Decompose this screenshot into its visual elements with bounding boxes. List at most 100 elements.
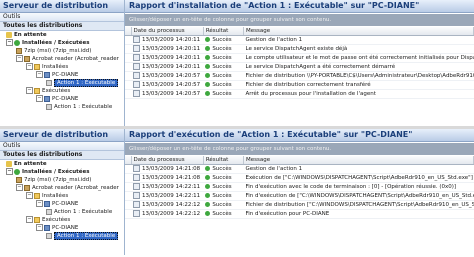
distribution-server-pane: Serveur de distribution Outils Toutes le… [0,0,125,126]
collapse-toggle-icon[interactable]: − [36,71,43,78]
success-check-icon [205,91,211,96]
collapse-toggle-icon[interactable]: − [26,216,33,223]
table-row[interactable]: 13/03/2009 14:20:57 Succès Fichier de dist… [125,80,474,90]
result-cell: Succès [203,53,244,63]
result-cell: Succès [203,62,244,72]
message-cell: Arrêt du processus pour l'installation d… [243,89,474,99]
tree-node[interactable]: − PC-DIANE [0,200,124,208]
table-row[interactable]: 13/03/2009 14:22:11 Succès Fin d'exécution… [125,191,474,201]
tree-node[interactable]: En attente [0,160,124,168]
tree-node[interactable]: − Exécutées [0,216,124,224]
table-row[interactable]: 13/03/2009 14:20:11 Succès Le compte utili… [125,53,474,63]
tree-node[interactable]: 7zip (msi) (7zip_msi.idd) [0,176,124,184]
column-header-date[interactable]: Date du processus [131,156,204,165]
tree-root[interactable]: Toutes les distributions [0,151,124,160]
result-value: Succès [212,91,232,97]
date-cell: 13/03/2009 14:22:12 [131,200,204,210]
result-value: Succès [212,166,232,172]
column-header-message[interactable]: Message [243,27,474,36]
column-header-result[interactable]: Résultat [203,27,244,36]
tree-node[interactable]: En attente [0,31,124,39]
tree-node[interactable]: Action 1 : Exécutable [0,232,124,240]
collapse-toggle-icon[interactable]: − [36,200,43,207]
tree-node-label: Action 1 : Exécutable [54,79,119,87]
collapse-toggle-icon[interactable]: − [6,168,13,175]
table-row[interactable]: 13/03/2009 14:22:12 Succès Fin d'exécution… [125,209,474,219]
install-report-window: Serveur de distribution Outils Toutes le… [0,0,474,126]
table-row[interactable]: 13/03/2009 14:21:08 Succès Gestion de l'ac… [125,164,474,174]
collapse-toggle-icon[interactable]: − [16,55,23,62]
tree-node-label: 7zip (msi) (7zip_msi.idd) [24,177,92,183]
tree-node-label: En attente [14,161,47,167]
message-cell: Fichier de distribution \\PY-PORTABLE\C$… [243,71,474,81]
date-value: 13/03/2009 14:21:08 [142,166,201,172]
pane-title: Serveur de distribution [0,129,124,142]
tree-node[interactable]: − Installées / Exécutées [0,168,124,176]
tree-node[interactable]: − PC-DIANE [0,95,124,103]
check-icon [14,39,20,46]
report-title: Rapport d'installation de "Action 1 : Ex… [125,0,474,13]
tree-node[interactable]: Action 1 : Exécutable [0,79,124,87]
table-row[interactable]: 13/03/2009 14:20:11 Succès Le service Disp… [125,44,474,54]
message-cell: Fichier de distribution correctement tra… [243,80,474,90]
report-pane: Rapport d'exécution de "Action 1 : Exécu… [125,129,474,255]
tree-node[interactable]: − Installées [0,192,124,200]
message-cell: Fichier de distribution ["C:\WINDOWS\DIS… [243,200,474,210]
log-entry-icon [133,81,141,88]
collapse-toggle-icon[interactable]: − [16,184,23,191]
collapse-toggle-icon[interactable]: − [36,224,43,231]
success-check-icon [205,37,211,42]
message-cell: Le service DispatchAgent a été correctem… [243,62,474,72]
collapse-toggle-icon[interactable]: − [26,87,33,94]
tree-node[interactable]: Action 1 : Exécutable [0,103,124,111]
collapse-toggle-icon[interactable]: − [26,192,33,199]
tree-node-label: Installées [42,64,69,70]
column-header-date[interactable]: Date du processus [131,27,204,36]
column-header-result[interactable]: Résultat [203,156,244,165]
tree-root[interactable]: Toutes les distributions [0,22,124,31]
collapse-toggle-icon[interactable]: − [36,95,43,102]
collapse-toggle-icon[interactable]: − [26,63,33,70]
table-row[interactable]: 13/03/2009 14:21:08 Succès Exécution de ["… [125,173,474,183]
group-by-area[interactable]: Glisser/déposer un en-tête de colonne po… [125,143,474,155]
table-row[interactable]: 13/03/2009 14:20:57 Succès Fichier de dist… [125,71,474,81]
table-row[interactable]: 13/03/2009 14:22:11 Succès Fin d'exécution… [125,182,474,192]
package-icon [16,47,22,54]
tools-menu[interactable]: Outils [0,142,124,151]
tree-node-label: Exécutées [42,217,71,223]
success-check-icon [205,46,211,51]
result-value: Succès [212,211,232,217]
tree-node[interactable]: − Acrobat reader (Acrobat_reader [0,55,124,63]
date-value: 13/03/2009 14:20:11 [142,46,201,52]
table-row[interactable]: 13/03/2009 14:20:11 Succès Gestion de l'ac… [125,35,474,45]
computer-icon [44,200,50,207]
tree-node[interactable]: 7zip (msi) (7zip_msi.idd) [0,47,124,55]
success-check-icon [205,64,211,69]
tree-node[interactable]: − Exécutées [0,87,124,95]
group-by-area[interactable]: Glisser/déposer un en-tête de colonne po… [125,14,474,26]
tree-node[interactable]: Action 1 : Exécutable [0,208,124,216]
tools-menu[interactable]: Outils [0,13,124,22]
package-icon [16,176,22,183]
table-row[interactable]: 13/03/2009 14:22:12 Succès Fichier de dist… [125,200,474,210]
report-pane: Rapport d'installation de "Action 1 : Ex… [125,0,474,126]
column-header-message[interactable]: Message [243,156,474,165]
collapse-toggle-icon[interactable]: − [6,39,13,46]
distribution-server-pane: Serveur de distribution Outils Toutes le… [0,129,125,255]
tree-node[interactable]: − PC-DIANE [0,224,124,232]
date-value: 13/03/2009 14:20:11 [142,64,201,70]
date-cell: 13/03/2009 14:21:08 [131,164,204,174]
success-check-icon [205,211,211,216]
table-row[interactable]: 13/03/2009 14:20:57 Succès Arrêt du proces… [125,89,474,99]
tree-node[interactable]: − Installées / Exécutées [0,39,124,47]
report-grid: Date du processus Résultat Message 13/03… [125,156,474,219]
log-entry-icon [133,90,141,97]
tree-node[interactable]: − Installées [0,63,124,71]
table-row[interactable]: 13/03/2009 14:20:11 Succès Le service Disp… [125,62,474,72]
result-value: Succès [212,37,232,43]
tree-node[interactable]: − PC-DIANE [0,71,124,79]
tree-node[interactable]: − Acrobat reader (Acrobat_reader [0,184,124,192]
log-entry-icon [133,192,141,199]
computer-icon [44,95,50,102]
tree-node-label: PC-DIANE [52,201,79,207]
